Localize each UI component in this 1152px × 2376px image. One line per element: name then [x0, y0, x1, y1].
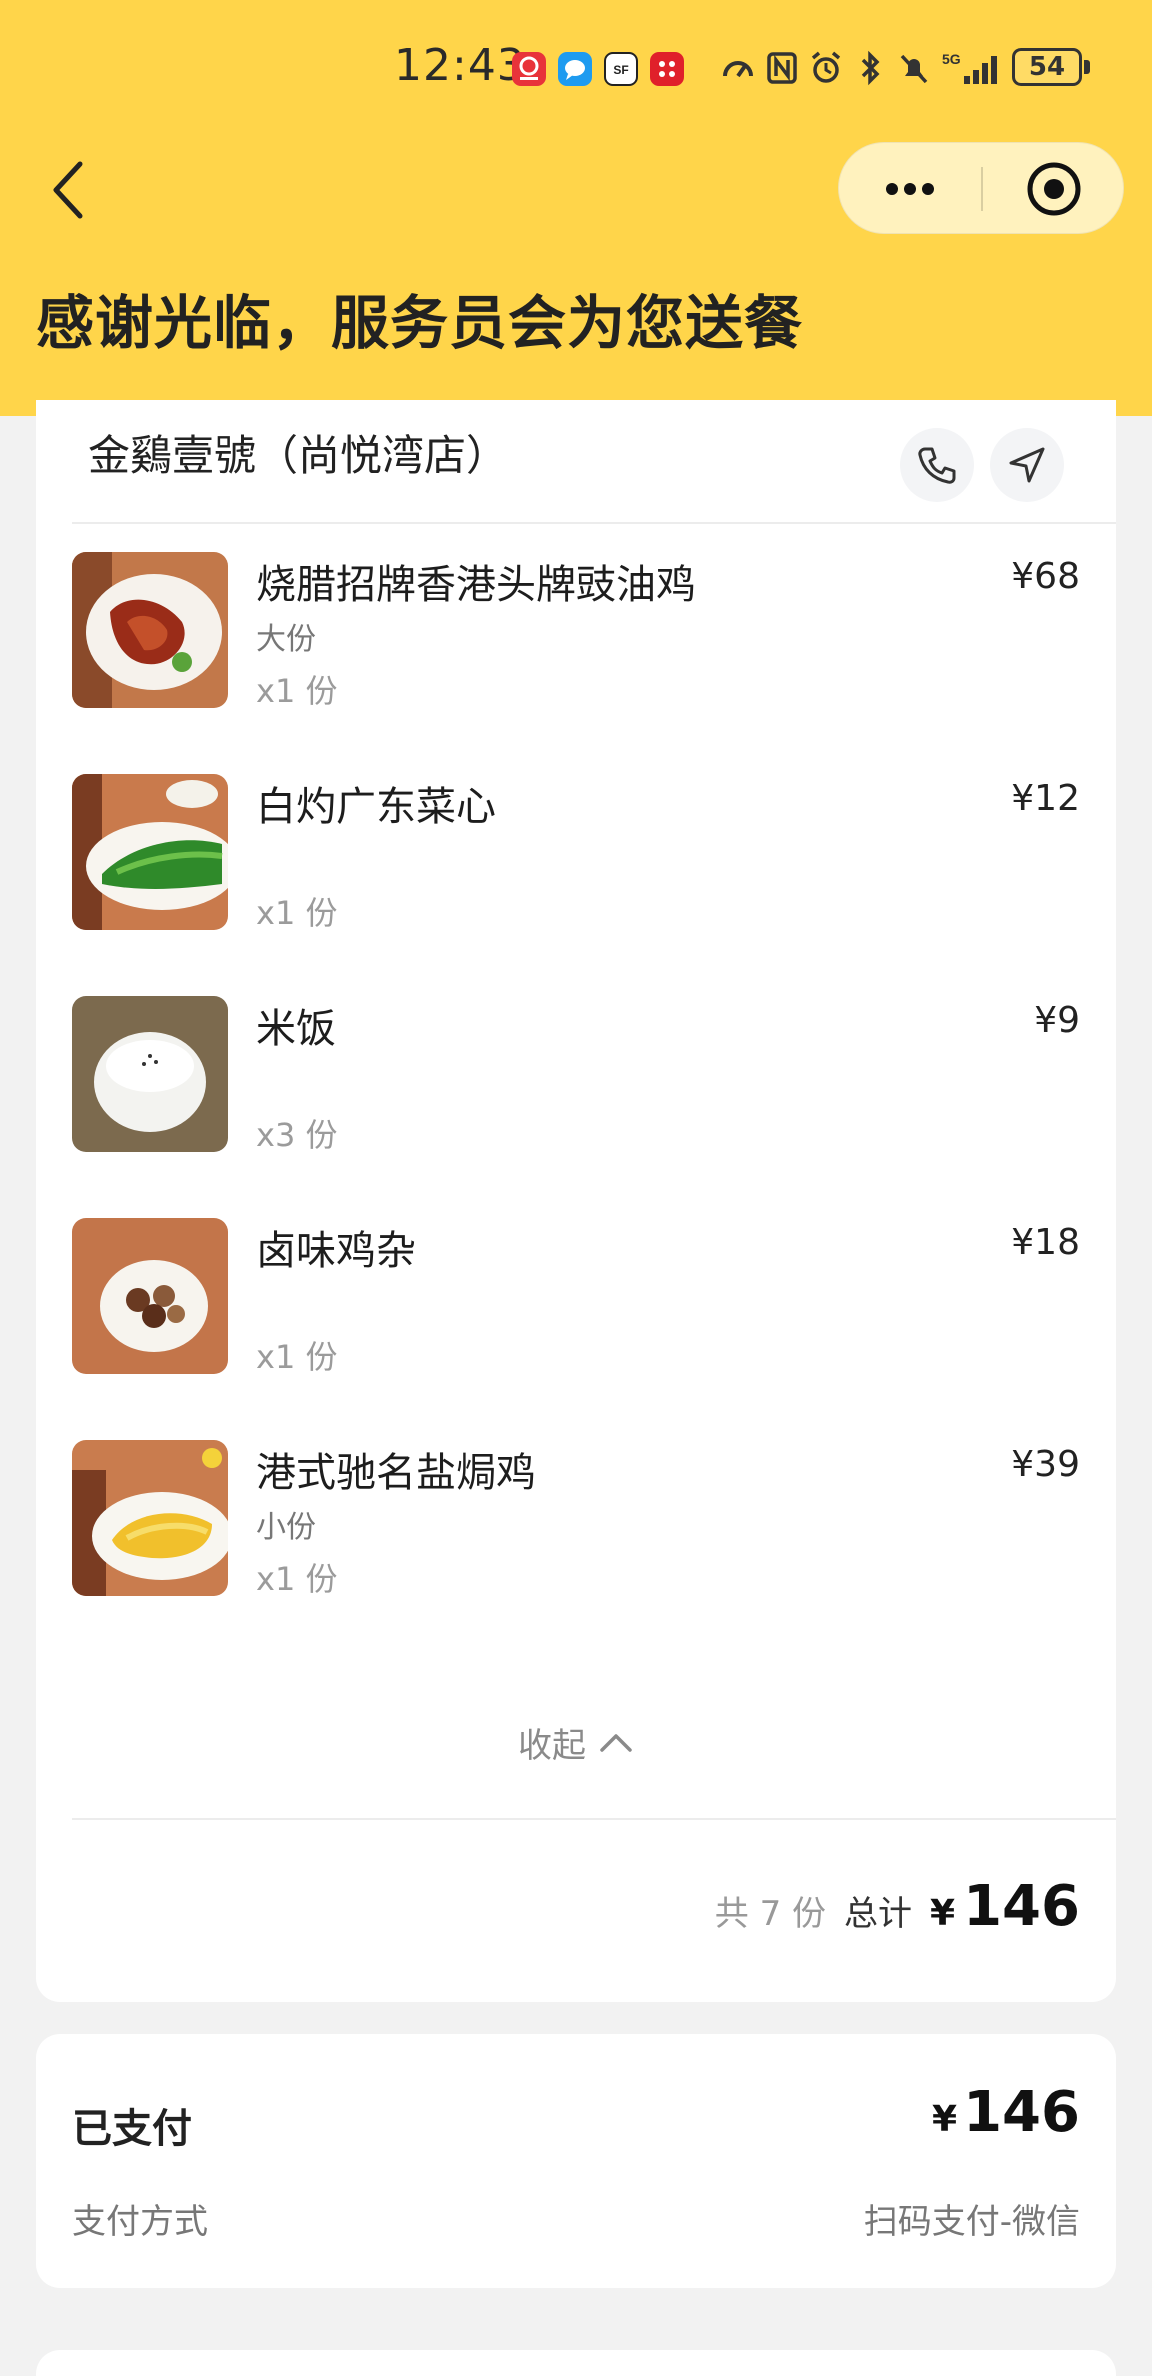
item-price: ¥18: [1011, 1222, 1080, 1263]
back-button[interactable]: [40, 150, 100, 230]
item-quantity: x1 份: [256, 894, 338, 932]
mute-icon: [900, 54, 928, 84]
item-spec: 小份: [256, 1510, 316, 1545]
order-item: 港式驰名盐焗鸡 小份 x1 份 ¥39: [72, 1440, 1080, 1600]
call-button[interactable]: [900, 428, 974, 502]
navigate-button[interactable]: [990, 428, 1064, 502]
payment-card: 已支付 ¥ 146 支付方式 扫码支付-微信: [36, 2034, 1116, 2288]
mini-program-capsule: [838, 142, 1124, 234]
phone-icon: [918, 447, 956, 484]
item-image: [72, 1218, 228, 1374]
order-total: 146: [963, 1874, 1080, 1939]
page-title: 感谢光临，服务员会为您送餐: [36, 289, 804, 357]
item-name: 港式驰名盐焗鸡: [256, 1450, 536, 1496]
chevron-left-icon: [53, 161, 83, 219]
payment-status: 已支付: [72, 2106, 192, 2152]
order-card: 金鷄壹號（尚悦湾店） 烧腊招牌香港头牌豉油鸡 大份 x1 份 ¥68 白灼广东菜…: [36, 400, 1116, 2002]
alarm-icon: [811, 51, 841, 83]
target-circle-icon: [1027, 162, 1081, 216]
currency-symbol: ¥: [932, 2099, 958, 2140]
item-name: 烧腊招牌香港头牌豉油鸡: [256, 562, 696, 608]
total-label: 总计: [844, 1894, 913, 1934]
sf-express-app-icon: SF: [604, 52, 638, 86]
chevron-up-icon: [600, 1734, 632, 1752]
status-icons: 5G: [720, 46, 1006, 90]
order-item: 卤味鸡杂 x1 份 ¥18: [72, 1218, 1080, 1378]
red-app-icon: [650, 52, 684, 86]
order-item: 烧腊招牌香港头牌豉油鸡 大份 x1 份 ¥68: [72, 552, 1080, 712]
payment-method-value: 扫码支付-微信: [863, 2202, 1080, 2242]
item-quantity: x1 份: [256, 1338, 338, 1376]
item-quantity: x3 份: [256, 1116, 338, 1154]
bank-app-icon: [512, 52, 546, 86]
payment-method-label: 支付方式: [72, 2202, 208, 2242]
header: 12:43 SF 5G 54 感谢光临，服务员会为您送餐: [0, 0, 1152, 416]
shop-name[interactable]: 金鷄壹號（尚悦湾店）: [88, 422, 508, 483]
item-price: ¥39: [1011, 1444, 1080, 1485]
item-price: ¥12: [1011, 778, 1080, 819]
more-dots-icon: [886, 183, 934, 195]
close-mini-program-button[interactable]: [983, 143, 1125, 235]
item-name: 米饭: [256, 1006, 336, 1052]
item-price: ¥9: [1034, 1000, 1080, 1041]
item-quantity: x1 份: [256, 1560, 338, 1598]
status-bar: 12:43 SF 5G 54: [0, 0, 1152, 130]
item-image: [72, 1440, 228, 1596]
message-app-icon: [558, 52, 592, 86]
item-image: [72, 552, 228, 708]
item-name: 白灼广东菜心: [256, 784, 496, 830]
item-image: [72, 774, 228, 930]
item-price: ¥68: [1011, 556, 1080, 597]
bluetooth-icon: [861, 50, 880, 86]
svg-text:SF: SF: [613, 63, 628, 77]
item-count: 共 7 份: [714, 1894, 827, 1934]
nfc-icon: [767, 52, 797, 84]
item-spec: 大份: [256, 622, 316, 657]
collapse-label: 收起: [518, 1725, 586, 1766]
order-item: 白灼广东菜心 x1 份 ¥12: [72, 774, 1080, 934]
currency-symbol: ¥: [930, 1893, 956, 1934]
battery-indicator: 54: [1012, 48, 1082, 86]
order-item: 米饭 x3 份 ¥9: [72, 996, 1080, 1156]
more-button[interactable]: [839, 143, 981, 235]
paid-amount: ¥ 146: [932, 2080, 1080, 2145]
divider: [72, 522, 1116, 524]
item-name: 卤味鸡杂: [256, 1228, 416, 1274]
item-quantity: x1 份: [256, 672, 338, 710]
navigation-arrow-icon: [1009, 447, 1045, 483]
paid-total: 146: [963, 2080, 1080, 2145]
item-image: [72, 996, 228, 1152]
speedometer-icon: [723, 61, 753, 78]
next-card: [36, 2350, 1116, 2376]
svg-text:5G: 5G: [942, 51, 961, 67]
order-summary: 共 7 份 总计 ¥ 146: [715, 1874, 1080, 1939]
order-detail-page: 12:43 SF 5G 54 感谢光临，服务员会为您送餐 金鷄壹號（尚悦湾店） …: [0, 0, 1152, 2376]
divider: [72, 1818, 1116, 1820]
battery-tip: [1084, 60, 1090, 74]
status-time: 12:43: [394, 40, 526, 91]
collapse-button[interactable]: 收起: [36, 1712, 1116, 1772]
signal-icon: 5G: [942, 51, 997, 84]
